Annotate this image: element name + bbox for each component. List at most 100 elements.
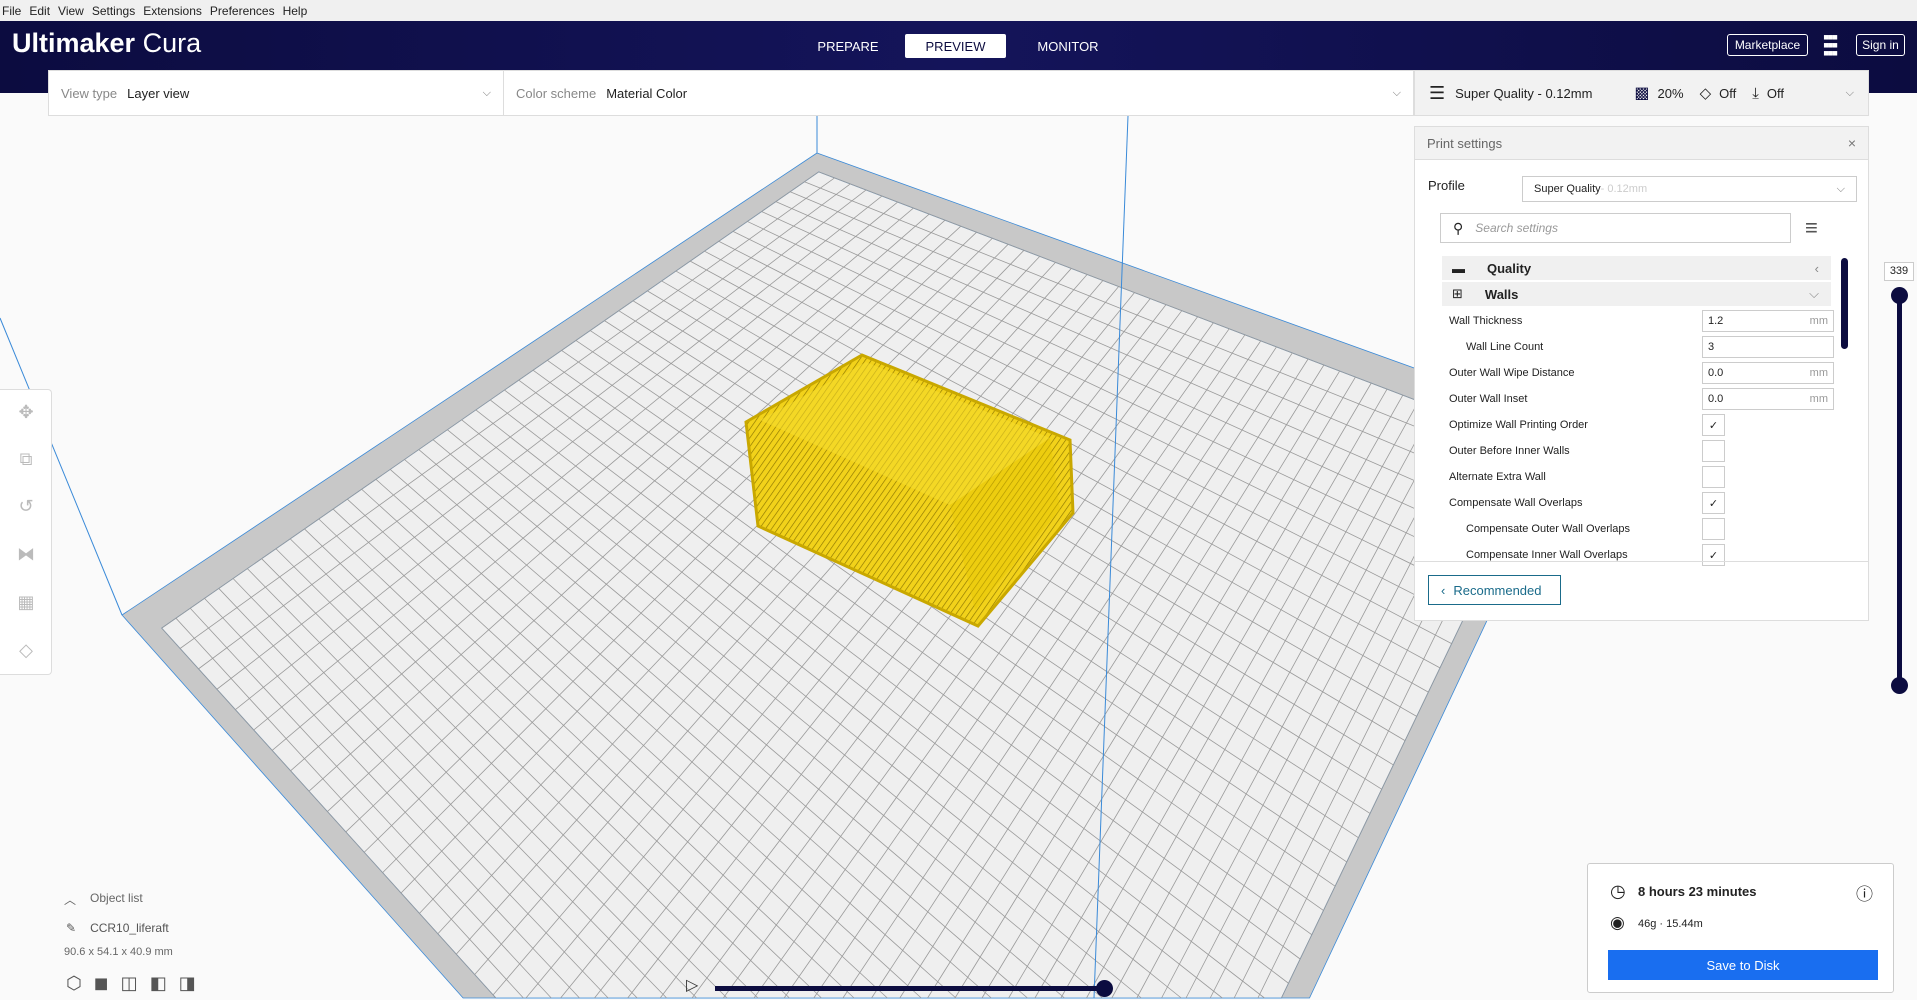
profile-label: Profile	[1428, 178, 1465, 193]
close-icon[interactable]: ×	[1848, 135, 1856, 151]
object-list-toggle[interactable]: ︿ Object list	[64, 891, 143, 908]
setting-row: Wall Line Count 3	[1449, 334, 1849, 360]
menu-help[interactable]: Help	[283, 4, 308, 18]
profile-dropdown[interactable]: Super Quality - 0.12mm ⌵	[1522, 176, 1857, 202]
menu-view[interactable]: View	[58, 4, 84, 18]
color-scheme-dropdown[interactable]: Color scheme Material Color ⌵	[504, 71, 1413, 115]
object-name-row[interactable]: ✎ CCR10_liferaft	[66, 921, 169, 935]
play-simulation-icon[interactable]: ▷	[686, 976, 698, 996]
category-label: Quality	[1487, 260, 1532, 276]
tab-monitor[interactable]: MONITOR	[1030, 34, 1106, 58]
setting-checkbox[interactable]: ✓	[1702, 492, 1725, 514]
print-job-summary: ◷ 8 hours 23 minutes ⓘ ◉ 46g · 15.44m Sa…	[1587, 863, 1894, 993]
setting-input[interactable]: 0.0 mm	[1702, 362, 1834, 384]
setting-checkbox[interactable]: ✓	[1702, 414, 1725, 436]
layer-slider-lower-handle[interactable]	[1891, 677, 1908, 694]
layer-slider-upper-handle[interactable]	[1891, 287, 1908, 304]
setting-label: Outer Wall Wipe Distance	[1449, 367, 1575, 379]
move-tool-icon[interactable]: ✥	[14, 402, 38, 426]
category-quality[interactable]: ▬ Quality ‹	[1442, 256, 1831, 280]
scale-tool-icon[interactable]: ⧉	[14, 449, 38, 473]
rotate-tool-icon[interactable]: ↺	[14, 496, 38, 520]
tab-preview[interactable]: PREVIEW	[905, 34, 1006, 58]
menu-extensions[interactable]: Extensions	[143, 4, 202, 18]
category-label: Walls	[1484, 286, 1519, 302]
sign-in-button[interactable]: Sign in	[1856, 34, 1905, 56]
setting-checkbox[interactable]	[1702, 440, 1725, 462]
search-icon: ⚲	[1453, 219, 1464, 236]
tab-prepare[interactable]: PREPARE	[812, 34, 884, 58]
top-view-icon[interactable]: ◫	[121, 972, 138, 994]
3d-view-icon[interactable]: ⬡	[66, 972, 82, 994]
right-view-icon[interactable]: ◨	[179, 972, 196, 994]
divider	[1415, 561, 1868, 562]
profile-layer-height: - 0.12mm	[1600, 183, 1648, 195]
apps-grid-icon[interactable]: ▪▪▪ ▪▪▪ ▪▪▪	[1823, 28, 1843, 62]
menu-settings[interactable]: Settings	[92, 4, 135, 18]
setting-label: Outer Wall Inset	[1449, 393, 1528, 405]
tool-panel: ✥ ⧉ ↺ ⧓ ▦ ◇	[0, 389, 52, 675]
view-type-value: Layer view	[127, 85, 190, 101]
menu-edit[interactable]: Edit	[29, 4, 50, 18]
chevron-left-icon: ‹	[1814, 260, 1819, 276]
path-slider-track[interactable]	[715, 986, 1105, 991]
front-view-icon[interactable]: ◼	[94, 972, 109, 994]
setting-checkbox[interactable]	[1702, 518, 1725, 540]
setting-value: 1.2	[1708, 315, 1724, 327]
material-usage: 46g · 15.44m	[1638, 918, 1703, 930]
setting-unit: mm	[1809, 367, 1828, 379]
pencil-icon: ✎	[66, 921, 77, 935]
settings-visibility-menu-icon[interactable]: ≡	[1805, 215, 1818, 241]
build-plate	[121, 152, 1579, 999]
layer-slider-track[interactable]	[1897, 295, 1902, 685]
save-to-disk-button[interactable]: Save to Disk	[1608, 950, 1878, 980]
left-view-icon[interactable]: ◧	[150, 972, 167, 994]
recommended-button[interactable]: ‹ Recommended	[1428, 575, 1561, 605]
object-dimensions: 90.6 x 54.1 x 40.9 mm	[64, 946, 173, 958]
setting-value: 3	[1708, 341, 1715, 353]
setting-checkbox[interactable]: ✓	[1702, 544, 1725, 566]
path-slider-handle[interactable]	[1096, 980, 1113, 997]
chevron-up-icon: ︿	[64, 893, 77, 907]
info-icon[interactable]: ⓘ	[1856, 880, 1873, 905]
setting-input[interactable]: 0.0 mm	[1702, 388, 1834, 410]
color-scheme-label: Color scheme	[516, 85, 597, 101]
setting-label: Alternate Extra Wall	[1449, 471, 1546, 483]
per-model-settings-icon[interactable]: ▦	[14, 592, 38, 616]
app-logo: Ultimaker Cura	[12, 28, 202, 58]
view-options-bar: View type Layer view ⌵ Color scheme Mate…	[48, 70, 1414, 116]
support-icon: ◇	[1699, 85, 1712, 102]
print-setup-selector[interactable]: ☰ Super Quality - 0.12mm ▩ 20% ◇ Off ⤓ O…	[1414, 70, 1869, 116]
layer-number-label[interactable]: 339	[1884, 262, 1914, 281]
setting-row: Compensate Outer Wall Overlaps	[1449, 516, 1849, 542]
marketplace-button[interactable]: Marketplace	[1727, 34, 1808, 56]
chevron-down-icon: ⌵	[1845, 86, 1854, 99]
setting-checkbox[interactable]	[1702, 466, 1725, 488]
clock-icon: ◷	[1610, 881, 1626, 901]
profile-summary: Super Quality - 0.12mm	[1455, 85, 1593, 101]
chevron-down-icon: ⌵	[1836, 182, 1845, 195]
menu-file[interactable]: File	[2, 4, 21, 18]
print-settings-panel: Print settings × Profile Super Quality -…	[1414, 126, 1869, 621]
camera-view-buttons: ⬡ ◼ ◫ ◧ ◨	[66, 972, 196, 994]
search-settings-input[interactable]: ⚲ Search settings	[1440, 213, 1791, 243]
setting-row: Compensate Wall Overlaps ✓	[1449, 490, 1849, 516]
menu-preferences[interactable]: Preferences	[210, 4, 275, 18]
setting-input[interactable]: 1.2 mm	[1702, 310, 1834, 332]
category-walls[interactable]: ⊞ Walls ⌵	[1442, 282, 1831, 306]
check-icon: ✓	[1708, 419, 1719, 432]
check-icon: ✓	[1708, 549, 1719, 562]
settings-scrollbar[interactable]	[1841, 258, 1848, 349]
panel-title-bar: Print settings ×	[1415, 127, 1868, 160]
support-blocker-icon[interactable]: ◇	[14, 640, 38, 664]
chevron-down-icon: ⌵	[1809, 286, 1819, 301]
spool-icon: ◉	[1610, 913, 1625, 932]
setting-row: Outer Before Inner Walls	[1449, 438, 1849, 464]
search-placeholder: Search settings	[1475, 221, 1558, 235]
view-type-dropdown[interactable]: View type Layer view ⌵	[49, 71, 504, 115]
mirror-tool-icon[interactable]: ⧓	[14, 544, 38, 568]
setting-row: Alternate Extra Wall	[1449, 464, 1849, 490]
setting-unit: mm	[1809, 393, 1828, 405]
object-list-title: Object list	[90, 891, 143, 905]
setting-input[interactable]: 3	[1702, 336, 1834, 358]
